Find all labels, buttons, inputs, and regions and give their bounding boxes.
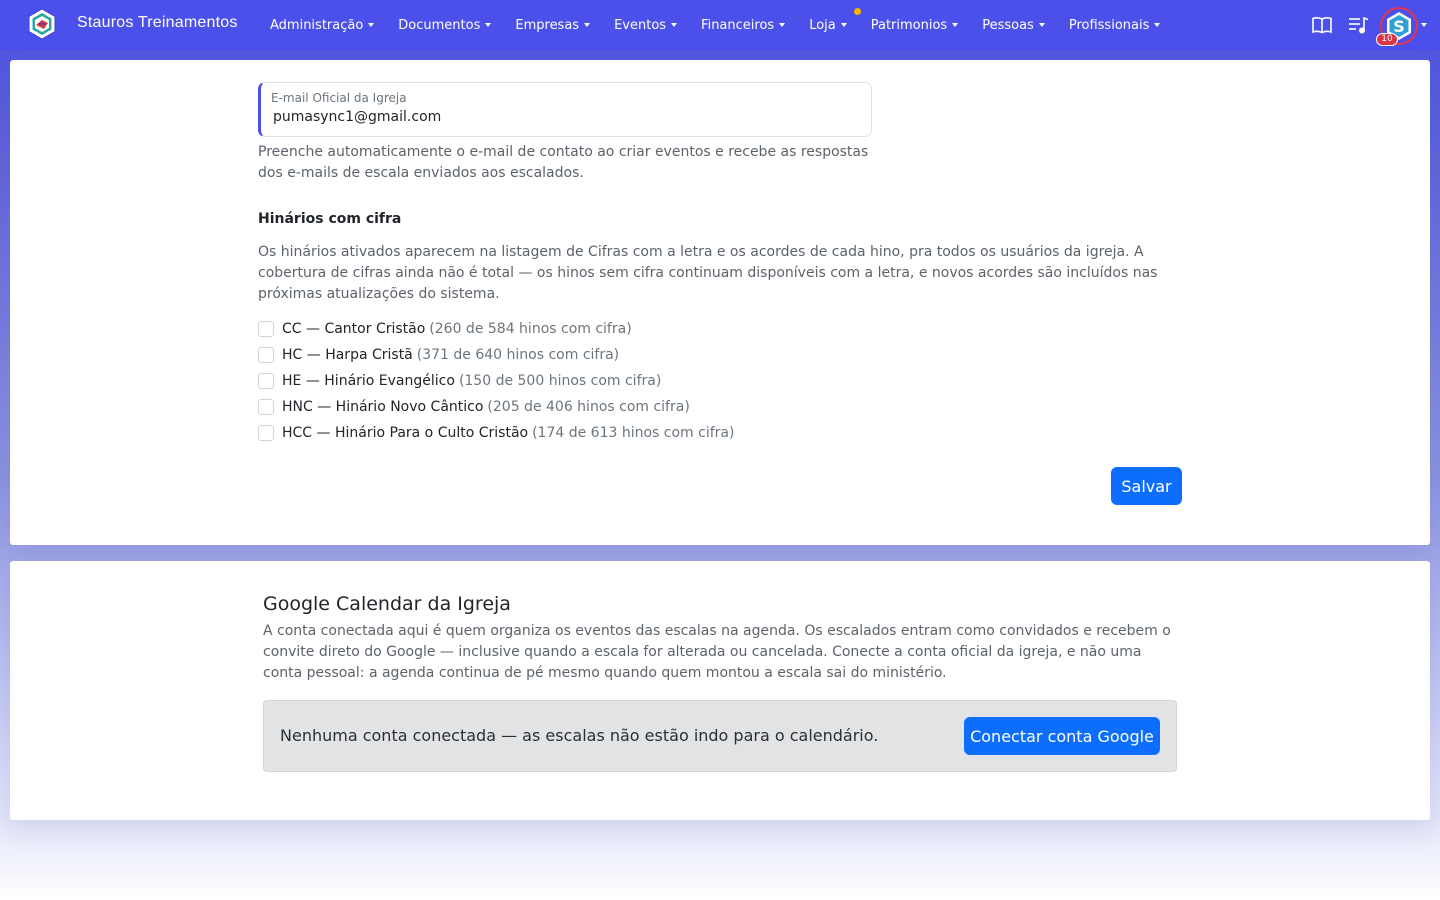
menu-item-label: Financeiros bbox=[701, 17, 775, 33]
caret-down-icon[interactable] bbox=[1421, 23, 1427, 27]
email-help-text: Preenche automaticamente o e-mail de con… bbox=[258, 144, 869, 181]
top-navbar: Stauros Treinamentos Administração Docum… bbox=[0, 0, 1440, 50]
email-field[interactable] bbox=[273, 109, 853, 125]
caret-down-icon bbox=[1154, 23, 1161, 27]
hymnal-count: (174 de 613 hinos com cifra) bbox=[532, 425, 735, 441]
google-calendar-title: Google Calendar da Igreja bbox=[263, 593, 511, 615]
email-field-label: E-mail Oficial da Igreja bbox=[271, 91, 407, 105]
email-field-container: E-mail Oficial da Igreja bbox=[258, 82, 872, 137]
menu-item-label: Eventos bbox=[614, 17, 667, 33]
hymnals-title: Hinários com cifra bbox=[258, 211, 402, 227]
brand-name[interactable]: Stauros Treinamentos bbox=[77, 14, 238, 32]
brand-logo-icon[interactable] bbox=[26, 8, 58, 40]
menu-item-empresas[interactable]: Empresas bbox=[515, 17, 591, 33]
hymnal-checkbox[interactable] bbox=[258, 399, 274, 415]
menu-item-eventos[interactable]: Eventos bbox=[614, 17, 678, 33]
hymnal-checkbox[interactable] bbox=[258, 373, 274, 389]
menu-item-label: Empresas bbox=[515, 17, 580, 33]
hymnal-name: CC — Cantor Cristão bbox=[282, 321, 426, 337]
music-playlist-icon[interactable] bbox=[1347, 14, 1369, 36]
caret-down-icon bbox=[779, 23, 786, 27]
hymnal-item[interactable]: HE — Hinário Evangélico (150 de 500 hino… bbox=[258, 368, 734, 394]
caret-down-icon bbox=[584, 23, 591, 27]
hymnal-name: HC — Harpa Cristã bbox=[282, 347, 413, 363]
connection-status-alert: Nenhuma conta conectada — as escalas não… bbox=[263, 700, 1177, 772]
hymnal-count: (371 de 640 hinos com cifra) bbox=[416, 347, 620, 363]
caret-down-icon bbox=[671, 23, 678, 27]
menu-item-documentos[interactable]: Documentos bbox=[398, 17, 492, 33]
book-icon[interactable] bbox=[1311, 14, 1333, 36]
main-menu: Administração Documentos Empresas Evento… bbox=[270, 0, 1184, 50]
hymnal-name: HNC — Hinário Novo Cântico bbox=[282, 399, 484, 415]
menu-item-pessoas[interactable]: Pessoas bbox=[982, 18, 1045, 33]
hymnals-list: CC — Cantor Cristão (260 de 584 hinos co… bbox=[258, 316, 734, 446]
notification-count-badge: 10 bbox=[1376, 33, 1398, 46]
menu-item-patrimonios[interactable]: Patrimonios bbox=[870, 17, 959, 33]
connection-status-text: Nenhuma conta conectada — as escalas não… bbox=[280, 726, 879, 745]
menu-item-label: Administração bbox=[270, 17, 364, 33]
menu-item-label: Pessoas bbox=[982, 17, 1034, 33]
menu-item-administracao[interactable]: Administração bbox=[270, 17, 375, 33]
google-calendar-description: A conta conectada aqui é quem organiza o… bbox=[263, 623, 1171, 681]
hymnal-item[interactable]: HCC — Hinário Para o Culto Cristão (174 … bbox=[258, 420, 734, 446]
notification-dot-icon bbox=[853, 7, 861, 15]
caret-down-icon bbox=[368, 23, 375, 27]
connect-google-button[interactable]: Conectar conta Google bbox=[964, 717, 1160, 755]
menu-item-label: Loja bbox=[809, 17, 836, 33]
menu-item-label: Profissionais bbox=[1068, 17, 1150, 33]
hymnal-item[interactable]: HC — Harpa Cristã (371 de 640 hinos com … bbox=[258, 342, 734, 368]
menu-item-label: Documentos bbox=[398, 17, 481, 33]
settings-card: E-mail Oficial da Igreja Preenche automa… bbox=[10, 60, 1430, 545]
caret-down-icon bbox=[840, 23, 847, 27]
hymnal-count: (150 de 500 hinos com cifra) bbox=[458, 373, 662, 389]
caret-down-icon bbox=[485, 23, 492, 27]
menu-item-financeiros[interactable]: Financeiros bbox=[701, 17, 786, 33]
caret-down-icon bbox=[952, 23, 959, 27]
hymnal-count: (260 de 584 hinos com cifra) bbox=[429, 321, 632, 337]
hymnals-description: Os hinários ativados aparecem na listage… bbox=[258, 244, 1158, 302]
save-button[interactable]: Salvar bbox=[1111, 467, 1182, 505]
menu-item-profissionais[interactable]: Profissionais bbox=[1069, 18, 1161, 33]
google-calendar-card: Google Calendar da Igreja A conta conect… bbox=[10, 561, 1430, 820]
caret-down-icon bbox=[1038, 23, 1045, 27]
menu-item-label: Patrimonios bbox=[870, 17, 948, 33]
hymnal-item[interactable]: HNC — Hinário Novo Cântico (205 de 406 h… bbox=[258, 394, 734, 420]
hymnal-count: (205 de 406 hinos com cifra) bbox=[487, 399, 690, 415]
hymnal-checkbox[interactable] bbox=[258, 347, 274, 363]
hymnal-checkbox[interactable] bbox=[258, 321, 274, 337]
hymnal-checkbox[interactable] bbox=[258, 425, 274, 441]
menu-item-loja[interactable]: Loja bbox=[809, 7, 861, 33]
hymnal-name: HE — Hinário Evangélico bbox=[282, 373, 455, 389]
hymnal-item[interactable]: CC — Cantor Cristão (260 de 584 hinos co… bbox=[258, 316, 734, 342]
hymnal-name: HCC — Hinário Para o Culto Cristão bbox=[282, 425, 529, 441]
